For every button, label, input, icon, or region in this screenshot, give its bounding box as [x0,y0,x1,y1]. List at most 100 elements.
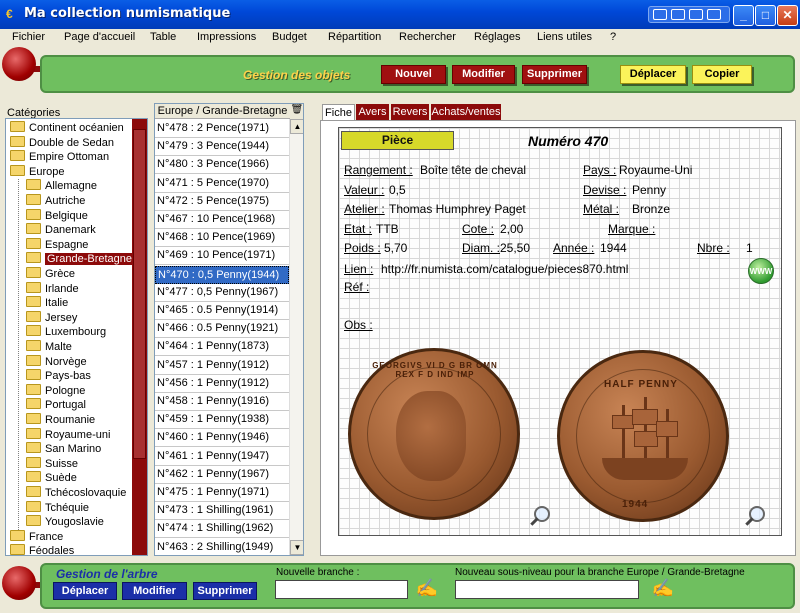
tree-item[interactable]: Europe [10,164,64,179]
tree-item[interactable]: Malte [26,340,72,354]
tree-item[interactable]: Grèce [26,267,75,281]
copy-object-button[interactable]: Copier [692,65,752,84]
annee-value[interactable]: 1944 [600,241,627,255]
zoom-reverse-icon[interactable] [745,506,767,528]
tree-item[interactable]: Irlande [26,281,79,296]
menu-table[interactable]: Table [150,31,176,43]
tree-item[interactable]: France [10,529,63,544]
coin-list-row[interactable]: N°471 : 5 Pence(1970) [155,175,289,193]
cote-value[interactable]: 2,00 [500,222,523,236]
poids-value[interactable]: 5,70 [384,241,407,255]
coin-list-row[interactable]: N°467 : 10 Pence(1968) [155,211,289,229]
coin-list-row[interactable]: N°474 : 1 Shilling(1962) [155,520,289,539]
coin-list-row[interactable]: N°477 : 0,5 Penny(1967) [155,284,289,302]
coin-list-row[interactable]: N°478 : 2 Pence(1971) [155,120,289,138]
menu-budget[interactable]: Budget [272,31,307,43]
tree-scrollbar[interactable] [132,119,147,555]
tray-icon[interactable] [689,9,703,20]
modify-object-button[interactable]: Modifier [452,65,515,84]
diam-value[interactable]: 25,50 [500,241,530,255]
coin-list-row[interactable]: N°463 : 2 Shilling(1949) [155,539,289,555]
coin-reverse-image[interactable]: HALF PENNY 1944 [557,350,729,522]
tree-item[interactable]: Empire Ottoman [10,150,109,164]
new-branch-input[interactable] [275,580,408,599]
trash-icon[interactable]: 🗑 [290,104,303,119]
tree-item[interactable]: Luxembourg [26,325,106,339]
coin-list-row[interactable]: N°465 : 0.5 Penny(1914) [155,302,289,320]
devise-value[interactable]: Penny [632,183,666,197]
menu-repartition[interactable]: Répartition [328,31,381,43]
coin-list-row[interactable]: N°456 : 1 Penny(1912) [155,375,289,393]
www-globe-icon[interactable]: WWW [748,258,774,284]
coin-list-row[interactable]: N°457 : 1 Penny(1912) [155,357,289,375]
new-object-button[interactable]: Nouvel [381,65,446,84]
minimize-button[interactable]: _ [733,5,754,26]
tree-item[interactable]: Féodales [10,544,74,555]
menu-help[interactable]: ? [610,31,616,43]
menu-rechercher[interactable]: Rechercher [399,31,456,43]
tree-item[interactable]: Portugal [26,398,86,412]
coin-list-row[interactable]: N°468 : 10 Pence(1969) [155,229,289,248]
delete-branch-button[interactable]: Supprimer [193,582,257,600]
piece-button[interactable]: Pièce [341,131,454,150]
move-object-button[interactable]: Déplacer [620,65,686,84]
coin-list-row[interactable]: N°469 : 10 Pence(1971) [155,247,289,266]
tree-item[interactable]: Italie [26,296,68,310]
modify-branch-button[interactable]: Modifier [122,582,187,600]
close-button[interactable]: ✕ [777,5,798,26]
tree-item[interactable]: Tchéquie [26,500,89,515]
sub-level-input[interactable] [455,580,639,599]
lien-value[interactable]: http://fr.numista.com/catalogue/pieces87… [381,262,628,276]
tree-item[interactable]: Danemark [26,223,96,237]
tree-item[interactable]: Espagne [26,237,88,252]
tree-item[interactable]: Pays-bas [26,369,91,383]
coin-obverse-image[interactable]: GEORGIVS VI D G BR OMN REX F D IND IMP [348,348,520,520]
coin-list-row[interactable]: N°466 : 0.5 Penny(1921) [155,320,289,339]
tree-item[interactable]: Royaume-uni [26,427,110,442]
menu-reglages[interactable]: Réglages [474,31,520,43]
metal-value[interactable]: Bronze [632,202,670,216]
tree-item[interactable]: Autriche [26,194,85,208]
tree-item[interactable]: Pologne [26,383,85,398]
coin-list[interactable]: Europe / Grande-Bretagne 🗑 N°478 : 2 Pen… [154,103,304,556]
delete-object-button[interactable]: Supprimer [522,65,587,84]
rangement-value[interactable]: Boîte tête de cheval [420,163,526,177]
valeur-value[interactable]: 0,5 [389,183,406,197]
tree-item[interactable]: Continent océanien [10,121,124,135]
menu-page-accueil[interactable]: Page d'accueil [64,31,135,43]
tray-icon[interactable] [707,9,721,20]
tree-item[interactable]: San Marino [26,442,101,456]
coin-list-row[interactable]: N°479 : 3 Pence(1944) [155,138,289,157]
menu-fichier[interactable]: Fichier [12,31,45,43]
tree-scroll-thumb[interactable] [133,129,146,459]
etat-value[interactable]: TTB [376,222,399,236]
tree-item[interactable]: Roumanie [26,413,95,427]
tree-item[interactable]: Norvège [26,354,87,369]
tree-item[interactable]: Allemagne [26,179,97,193]
tree-item[interactable]: Belgique [26,208,88,223]
menu-liens-utiles[interactable]: Liens utiles [537,31,592,43]
tree-item[interactable]: Jersey [26,310,77,325]
coin-list-row[interactable]: N°459 : 1 Penny(1938) [155,411,289,430]
coin-list-row[interactable]: N°461 : 1 Penny(1947) [155,448,289,466]
add-branch-quill-icon[interactable]: ✍ [414,577,440,599]
add-sub-level-quill-icon[interactable]: ✍ [650,577,676,599]
coin-list-row[interactable]: N°464 : 1 Penny(1873) [155,338,289,357]
tree-item[interactable]: Yougoslavie [26,515,104,529]
scroll-up-icon[interactable]: ▲ [290,119,303,134]
coin-list-row[interactable]: N°460 : 1 Penny(1946) [155,429,289,448]
atelier-value[interactable]: Thomas Humphrey Paget [389,202,526,216]
categories-tree[interactable]: Continent océanien Double de Sedan Empire … [5,118,148,556]
coin-list-row[interactable]: N°475 : 1 Penny(1971) [155,484,289,502]
tray-icon[interactable] [653,9,667,20]
move-branch-button[interactable]: Déplacer [53,582,117,600]
tree-item[interactable]: Suisse [26,456,78,471]
nbre-value[interactable]: 1 [746,241,753,255]
coin-list-scrollbar[interactable]: ▲ ▼ [289,119,303,555]
tree-item[interactable]: Suède [26,471,77,485]
menu-impressions[interactable]: Impressions [197,31,256,43]
coin-list-row[interactable]: N°480 : 3 Pence(1966) [155,156,289,175]
coin-list-row[interactable]: N°470 : 0,5 Penny(1944) [155,265,289,284]
coin-list-row[interactable]: N°458 : 1 Penny(1916) [155,393,289,411]
coin-list-header[interactable]: Europe / Grande-Bretagne [155,104,290,119]
